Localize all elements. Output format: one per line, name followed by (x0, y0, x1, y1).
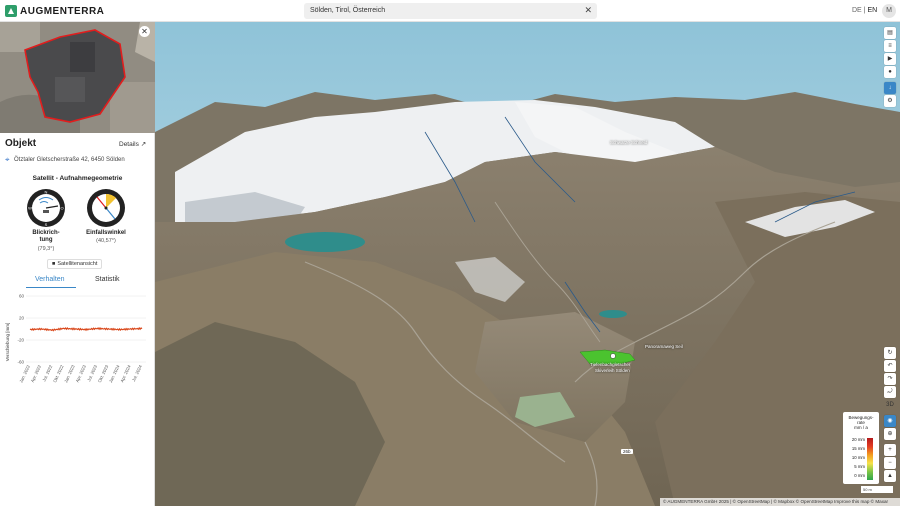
language-switcher: DE | EN (852, 7, 877, 14)
viewing-direction-compass: N O S W (27, 189, 65, 227)
tab-bar: Verhalten Statistik (20, 276, 140, 288)
navigation-controls: ↻ ↶ ↷ ⤾ 3D ◉ ⊕ (884, 347, 896, 441)
y-tick-label: 60 (19, 294, 25, 299)
viewing-direction-value: (79,3°) (37, 246, 55, 252)
compass-n: N (45, 190, 48, 195)
panel-title: Objekt (5, 138, 37, 149)
compass-s: S (45, 222, 48, 227)
road-badge: 26b (621, 449, 633, 454)
legend-tick: 5 mm (854, 464, 865, 469)
locate-icon[interactable]: ⊕ (884, 428, 896, 440)
close-icon[interactable]: ✕ (584, 5, 592, 16)
search-value: Sölden, Tirol, Österreich (310, 7, 386, 14)
tab-behavior[interactable]: Verhalten (35, 276, 65, 283)
3d-toggle[interactable]: 3D (884, 399, 896, 411)
y-tick-label: 20 (19, 316, 25, 321)
incidence-angle-value: (40,57°) (96, 238, 116, 244)
legend-tick: 15 mm (851, 446, 865, 451)
top-bar: AUGMENTERRA Sölden, Tirol, Österreich ✕ … (0, 0, 900, 22)
legend-tick: 0 mm (854, 473, 865, 478)
map-label-peak: Schwarze Schneid (610, 140, 648, 145)
avatar[interactable]: M (882, 4, 896, 18)
x-tick-label: Jul. 2022 (41, 364, 53, 382)
redo-icon[interactable]: ↷ (884, 373, 896, 385)
map-view[interactable]: Tiefenbachgletscher Skiverleih Sölden Pa… (155, 22, 900, 506)
satellite-view-label: Satellitenansicht (57, 260, 98, 267)
active-tab-indicator (26, 287, 76, 288)
camera-icon: ■ (52, 260, 56, 267)
app-logo[interactable]: AUGMENTERRA (5, 5, 104, 17)
satellite-section-title: Satellit - Aufnahmegeometrie (32, 175, 123, 182)
lang-de[interactable]: DE (852, 7, 862, 14)
video-icon[interactable]: ▶ (884, 53, 896, 65)
address: ⌖ Ötztaler Gletscherstraße 42, 6450 Söld… (5, 156, 125, 164)
tab-statistics[interactable]: Statistik (95, 276, 120, 283)
compass-o: O (60, 206, 63, 211)
settings-icon[interactable]: ⚙ (884, 95, 896, 107)
x-tick-label: Jul. 2023 (86, 364, 98, 382)
search-input[interactable]: Sölden, Tirol, Österreich ✕ (304, 3, 597, 19)
aerial-image (0, 22, 155, 133)
details-label: Details (119, 141, 139, 148)
zoom-in-button[interactable]: + (884, 444, 896, 456)
object-sidebar: ✕ Objekt Details ↗ ⌖ Ötztaler Gletschers… (0, 22, 155, 506)
north-arrow-icon[interactable]: ▲ (884, 470, 896, 482)
zoom-controls: + − ▲ (884, 444, 896, 483)
y-axis-label: Verschiebung [mm] (5, 323, 10, 362)
logo-text: AUGMENTERRA (20, 5, 105, 17)
external-link-icon: ↗ (140, 141, 147, 148)
viewing-direction-label: Blickrich- tung (32, 230, 60, 243)
person-icon[interactable]: ● (884, 66, 896, 78)
series-line (29, 326, 143, 332)
legend-title: Bewegungs- rate mm / a (848, 415, 874, 430)
layers-icon[interactable]: ▤ (884, 27, 896, 39)
undo-icon[interactable]: ↶ (884, 360, 896, 372)
incidence-angle-gauge (87, 189, 125, 227)
terrain-3d (155, 22, 900, 506)
y-tick-label: -60 (17, 360, 24, 365)
list-icon[interactable]: ≡ (884, 40, 896, 52)
map-label-ski-rental: Skiverleih Sölden (595, 368, 630, 373)
incidence-angle-label: Einfallswinkel (86, 230, 126, 236)
lang-en[interactable]: EN (867, 7, 877, 14)
logo-icon (5, 5, 17, 17)
movement-rate-legend: Bewegungs- rate mm / a 20 mm 15 mm 10 mm… (843, 412, 879, 484)
x-tick-label: Jul. 2024 (131, 364, 143, 382)
address-text: Ötztaler Gletscherstraße 42, 6450 Sölden (14, 157, 125, 163)
map-toolbar: ▤ ≡ ▶ ● ↓ ⚙ (884, 27, 896, 108)
map-label-glacier: Tiefenbachgletscher (590, 362, 631, 367)
details-link[interactable]: Details ↗ (119, 140, 146, 148)
zoom-out-button[interactable]: − (884, 457, 896, 469)
tilt-icon[interactable]: ⤾ (884, 386, 896, 398)
close-icon[interactable]: ✕ (139, 26, 150, 37)
pin-icon[interactable]: ↓ (884, 82, 896, 94)
object-thumbnail: ✕ (0, 22, 155, 133)
satellite-view-button[interactable]: ■ Satellitenansicht (47, 259, 103, 269)
globe-icon[interactable]: ◉ (884, 415, 896, 427)
map-label-panorama: Panoramaweg Seil (645, 344, 683, 349)
y-tick-label: -20 (17, 338, 24, 343)
legend-tick: 20 mm (851, 437, 865, 442)
legend-tick: 10 mm (851, 455, 865, 460)
scale-bar: 50 m (861, 486, 893, 493)
location-pin-icon: ⌖ (5, 155, 10, 164)
map-attribution[interactable]: © AUGMENTERRA GmbH 2025 | © OpenStreetMa… (660, 498, 900, 506)
compass-w: W (28, 206, 32, 211)
displacement-chart: Verschiebung [mm] 6020-20-60 Jan. 2022Ap… (5, 294, 146, 384)
rotate-icon[interactable]: ↻ (884, 347, 896, 359)
legend-color-bar (867, 438, 873, 480)
